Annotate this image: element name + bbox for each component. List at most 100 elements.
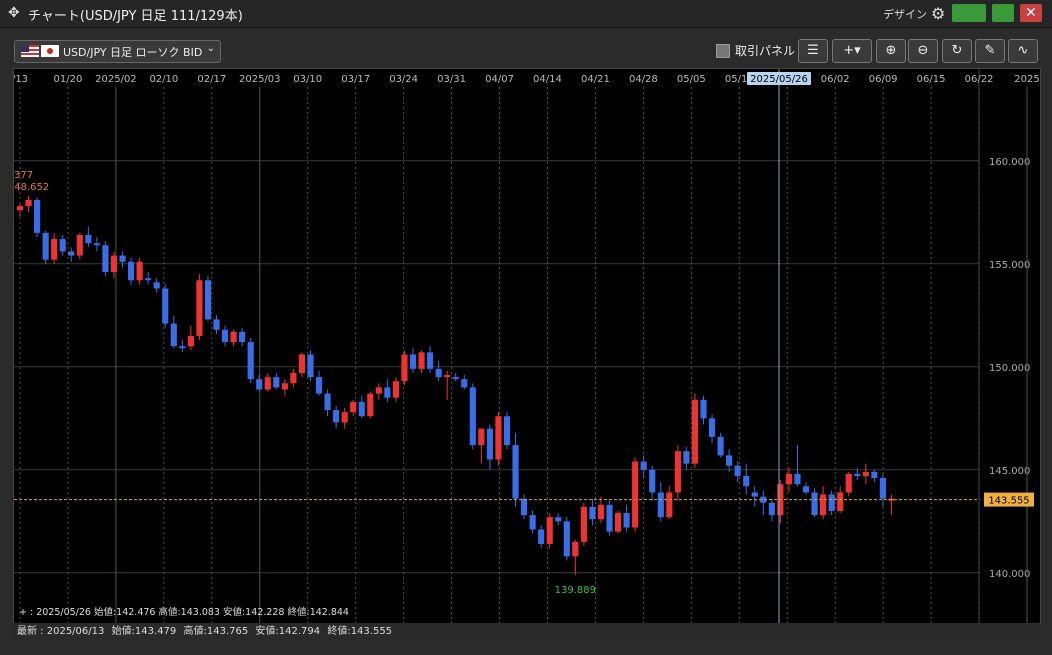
date-tick-label: 06/15 (917, 74, 946, 85)
candle-body (555, 517, 562, 522)
candle-body (187, 335, 194, 347)
us-flag-icon (21, 45, 39, 57)
candle-body (162, 288, 169, 324)
price-tick-label: 150.000 (989, 363, 1030, 374)
candle-body (845, 473, 852, 493)
candle-body (68, 251, 75, 256)
candle-body (529, 515, 536, 530)
candle-body (700, 399, 707, 419)
candle-body (486, 428, 493, 460)
candle-body (623, 513, 630, 528)
candle-body (683, 451, 690, 464)
date-tick-label: 04/21 (581, 74, 610, 85)
candle-body (281, 383, 288, 390)
candle-body (726, 455, 733, 466)
date-tick-label: 06/09 (869, 74, 898, 85)
candle-body (461, 379, 468, 388)
candle-body (828, 494, 835, 511)
window-title: チャート(USD/JPY 日足 111/129本) (28, 9, 243, 24)
candle-body (768, 502, 775, 516)
candlestick-chart[interactable]: 160.000 155.000 150.000 145.000 140.000/13 01… (13, 68, 1041, 624)
candle-body (153, 282, 160, 289)
price-tick-label: 145.000 (989, 466, 1030, 477)
candle-body (341, 412, 348, 423)
crosshair-icon[interactable]: +▾ (832, 39, 872, 63)
candle-body (503, 416, 511, 446)
draw-icon[interactable]: ∿ (1008, 39, 1038, 63)
left-edge-annotation: 377 (14, 170, 33, 181)
candle-body (589, 506, 596, 520)
crosshair-ohlc-info: + : 2025/05/26 始値:142.476 高値:143.083 安値:… (19, 606, 349, 618)
candle-body (580, 506, 587, 542)
candle-body (435, 368, 442, 378)
candle-body (649, 469, 656, 493)
candle-body (350, 401, 357, 413)
candle-body (418, 352, 425, 369)
candle-body (110, 255, 118, 273)
date-tick-label: /13 (14, 74, 28, 85)
candle-body (708, 418, 716, 437)
refresh-icon[interactable]: ↻ (942, 39, 972, 63)
indicator-icon[interactable]: ☰ (798, 39, 828, 63)
maximize-icon[interactable] (952, 4, 986, 22)
chart-canvas[interactable]: 160.000 155.000 150.000 145.000 140.000/13 01… (14, 69, 1040, 623)
chart-toolbar: USD/JPY 日足 ローソク BID ⌄ 取引パネル ☰ +▾ ⊕ ⊖ ↻ ✎… (0, 28, 1052, 68)
candle-body (640, 461, 647, 470)
trade-panel-checkbox[interactable] (716, 44, 730, 58)
candle-body (298, 354, 306, 373)
pen-icon[interactable]: ✎ (975, 39, 1005, 63)
candle-body (102, 245, 109, 273)
close-icon[interactable]: ✕ (1020, 4, 1042, 22)
candle-body (743, 475, 750, 487)
candle-body (837, 492, 844, 511)
candle-body (751, 492, 758, 497)
candle-body (375, 387, 382, 394)
zoom-in-icon[interactable]: ⊕ (876, 39, 906, 63)
restore-icon[interactable] (992, 4, 1014, 22)
candle-body (42, 232, 49, 260)
zoom-out-icon[interactable]: ⊖ (908, 39, 938, 63)
candle-body (358, 401, 365, 417)
candle-body (401, 354, 408, 382)
candle-body (734, 465, 741, 476)
candle-body (614, 513, 622, 532)
candle-body (538, 529, 545, 544)
date-tick-label: 03/17 (341, 74, 370, 85)
candle-body (367, 393, 374, 417)
candle-body (170, 323, 177, 347)
candle-body (76, 234, 83, 256)
move-icon[interactable]: ✥ (8, 6, 22, 20)
candle-body (802, 486, 810, 493)
candle-body (820, 494, 827, 516)
date-tick-label: 04/07 (485, 74, 514, 85)
date-tick-label: 2025 (1014, 74, 1039, 85)
candle-body (333, 410, 340, 423)
date-tick-label: 06/22 (965, 74, 994, 85)
date-tick-label: 03/31 (437, 74, 466, 85)
date-tick-label: 04/14 (533, 74, 562, 85)
candle-body (674, 451, 681, 493)
candle-body (392, 381, 399, 398)
candle-body (196, 280, 203, 336)
price-tick-label: 155.000 (989, 260, 1030, 271)
candle-body (691, 399, 699, 464)
candle-body (427, 352, 434, 369)
candle-body (290, 372, 297, 384)
design-link[interactable]: デザイン (883, 6, 927, 22)
status-open: 始値:143.479 (111, 626, 177, 637)
candle-body (606, 504, 613, 532)
candle-body (512, 445, 519, 499)
symbol-select[interactable]: USD/JPY 日足 ローソク BID ⌄ (14, 40, 221, 63)
crosshair-date-label: 2025/05/26 (750, 74, 808, 85)
candle-body (597, 504, 605, 520)
gear-icon[interactable]: ⚙ (931, 4, 945, 23)
candle-body (127, 261, 135, 281)
symbol-select-label: USD/JPY 日足 ローソク BID (63, 46, 203, 59)
candle-body (264, 377, 271, 390)
candle-body (239, 331, 246, 343)
candle-body (247, 342, 254, 380)
candle-body (657, 492, 664, 518)
candle-body (204, 280, 212, 320)
date-tick-label: 03/10 (293, 74, 322, 85)
candle-body (572, 541, 579, 557)
